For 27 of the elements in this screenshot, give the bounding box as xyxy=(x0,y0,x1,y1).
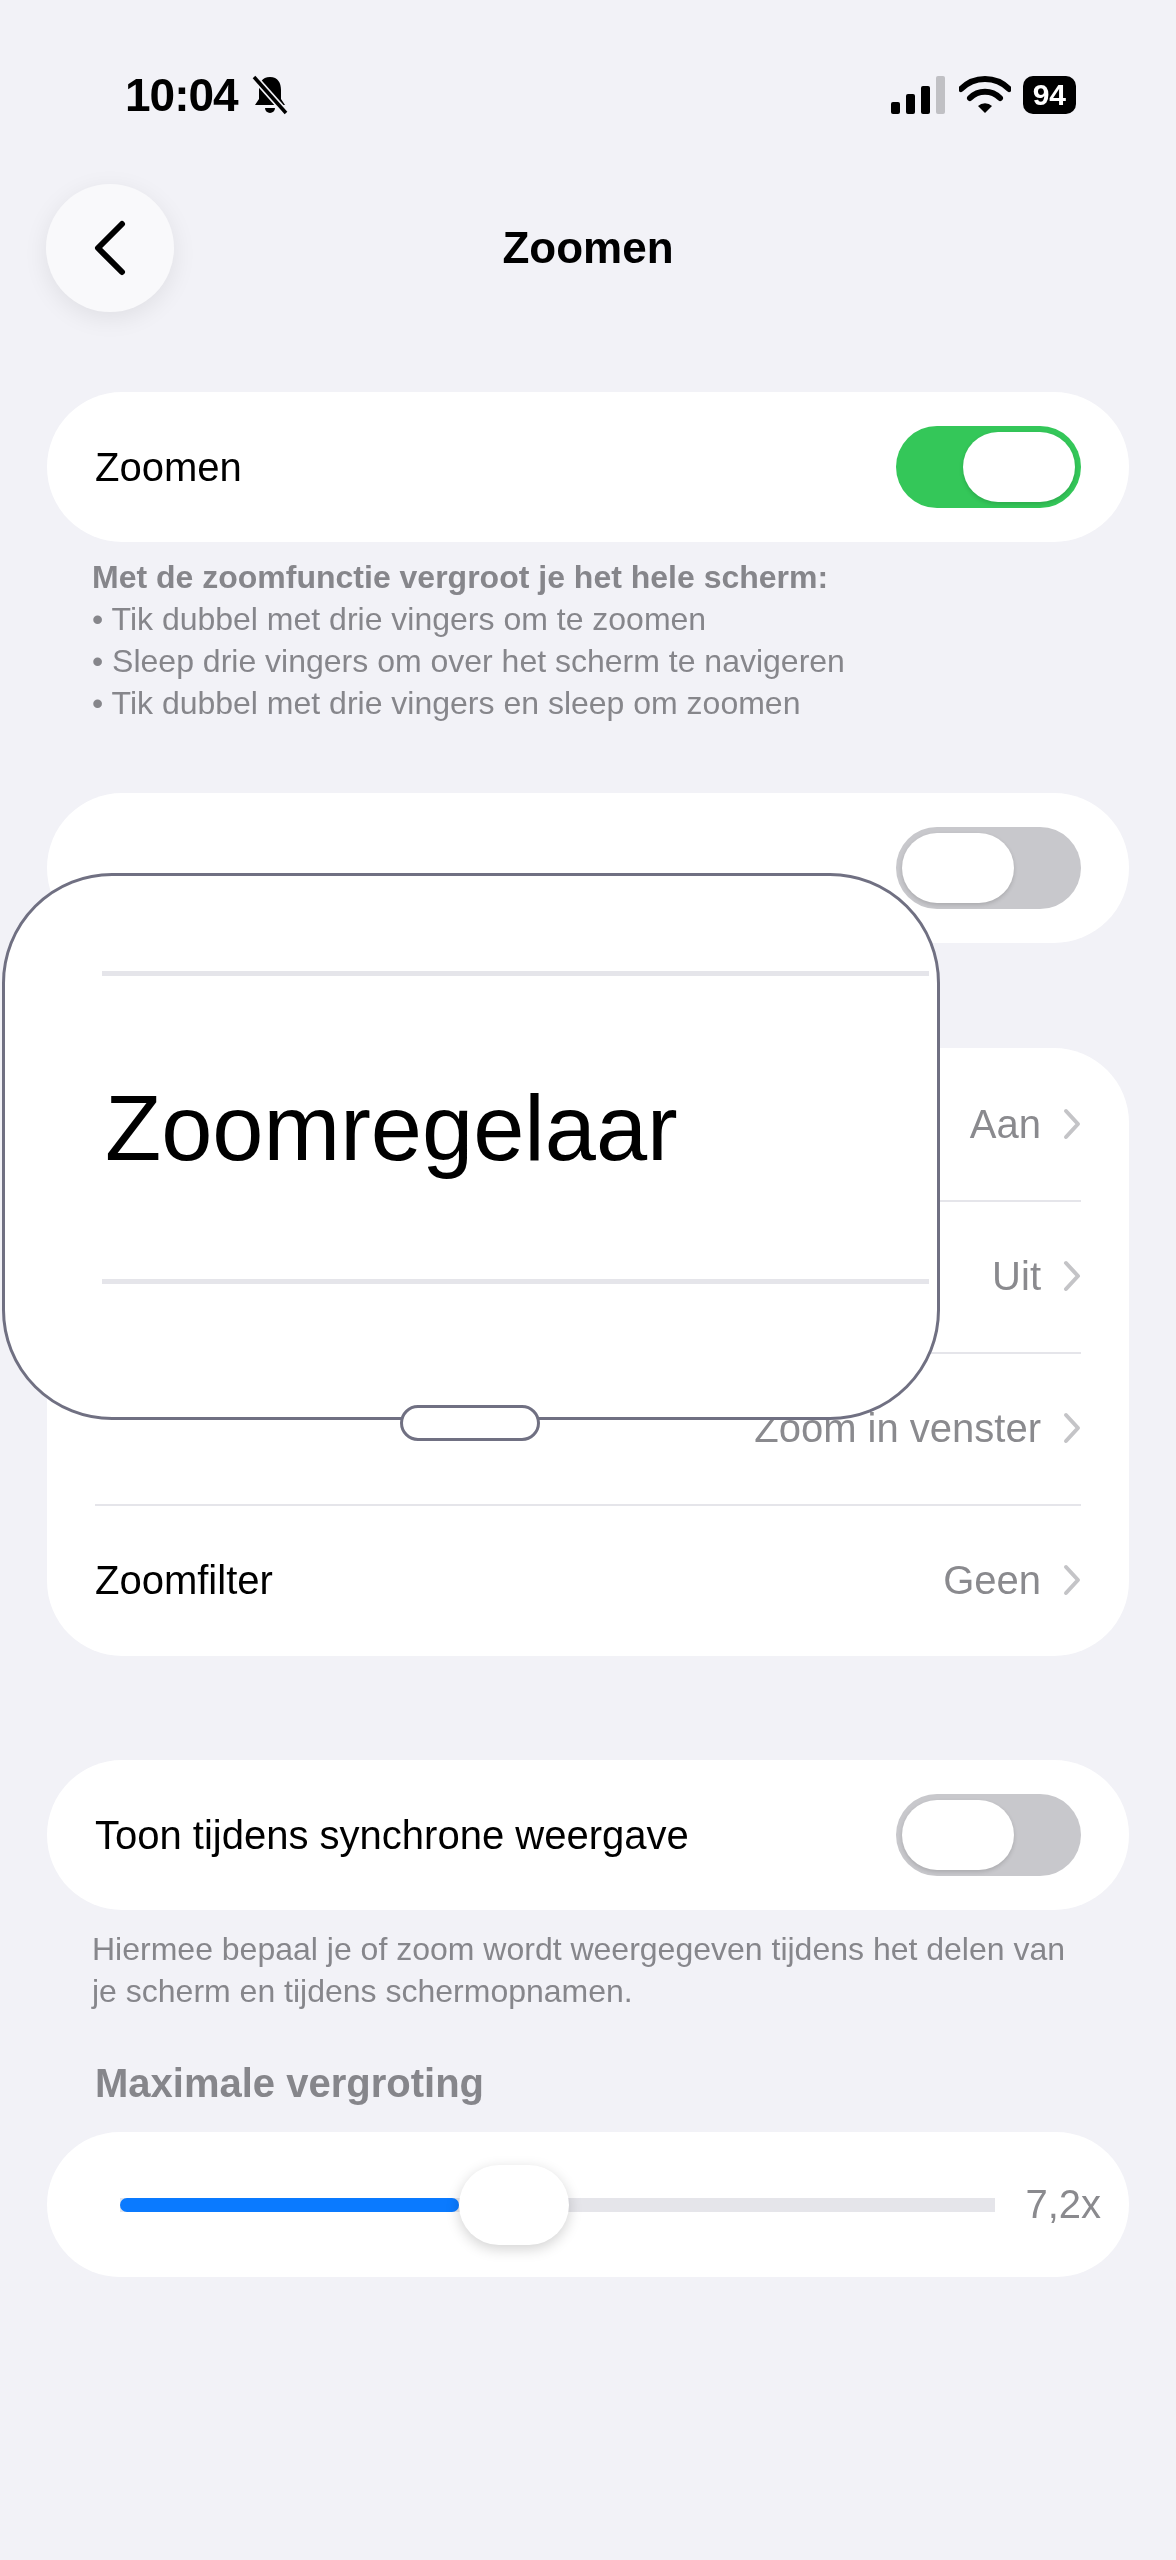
setting-value: Geen xyxy=(943,1557,1041,1603)
footer-text: • Tik dubbel met drie vingers en sleep om zoomen xyxy=(92,684,802,723)
status-time: 10:04 xyxy=(125,68,238,122)
chevron-icon xyxy=(1063,1412,1081,1444)
battery-level: 94 xyxy=(1022,76,1076,114)
setting-value: Aan xyxy=(969,1101,1041,1147)
signal-icon xyxy=(890,76,947,114)
zoom-window-handle[interactable] xyxy=(400,1405,540,1441)
bell-slash-icon xyxy=(249,73,290,117)
section-header: Maximale vergroting xyxy=(94,2060,485,2107)
footer-text: Met de zoomfunctie vergroot je het hele scherm: xyxy=(92,558,830,597)
setting-label: Zoomen xyxy=(95,444,242,490)
setting-value: Uit xyxy=(992,1253,1041,1299)
footer-text: • Sleep drie vingers om over het scherm te navigeren xyxy=(92,642,846,681)
setting-label: Toon tijdens synchrone weergave xyxy=(95,1812,689,1858)
chevron-icon xyxy=(1063,1260,1081,1292)
toggle-switch[interactable] xyxy=(896,827,1081,909)
chevron-icon xyxy=(1063,1564,1081,1596)
zoom-window-label: Zoomregelaar xyxy=(105,1076,678,1181)
footer-text: • Tik dubbel met drie vingers om te zoomen xyxy=(92,600,708,639)
page-title: Zoomen xyxy=(502,223,674,273)
wifi-icon xyxy=(958,76,1011,114)
chevron-icon xyxy=(1063,1108,1081,1140)
footer-text: Hiermee bepaal je of zoom wordt weergegeven tijdens het delen van je scherm en tijdens schermopnamen. xyxy=(92,1930,1067,2011)
setting-label: Zoomfilter xyxy=(95,1557,273,1603)
slider-thumb[interactable] xyxy=(458,2164,569,2245)
slider-value: 7,2x xyxy=(1025,2182,1101,2227)
